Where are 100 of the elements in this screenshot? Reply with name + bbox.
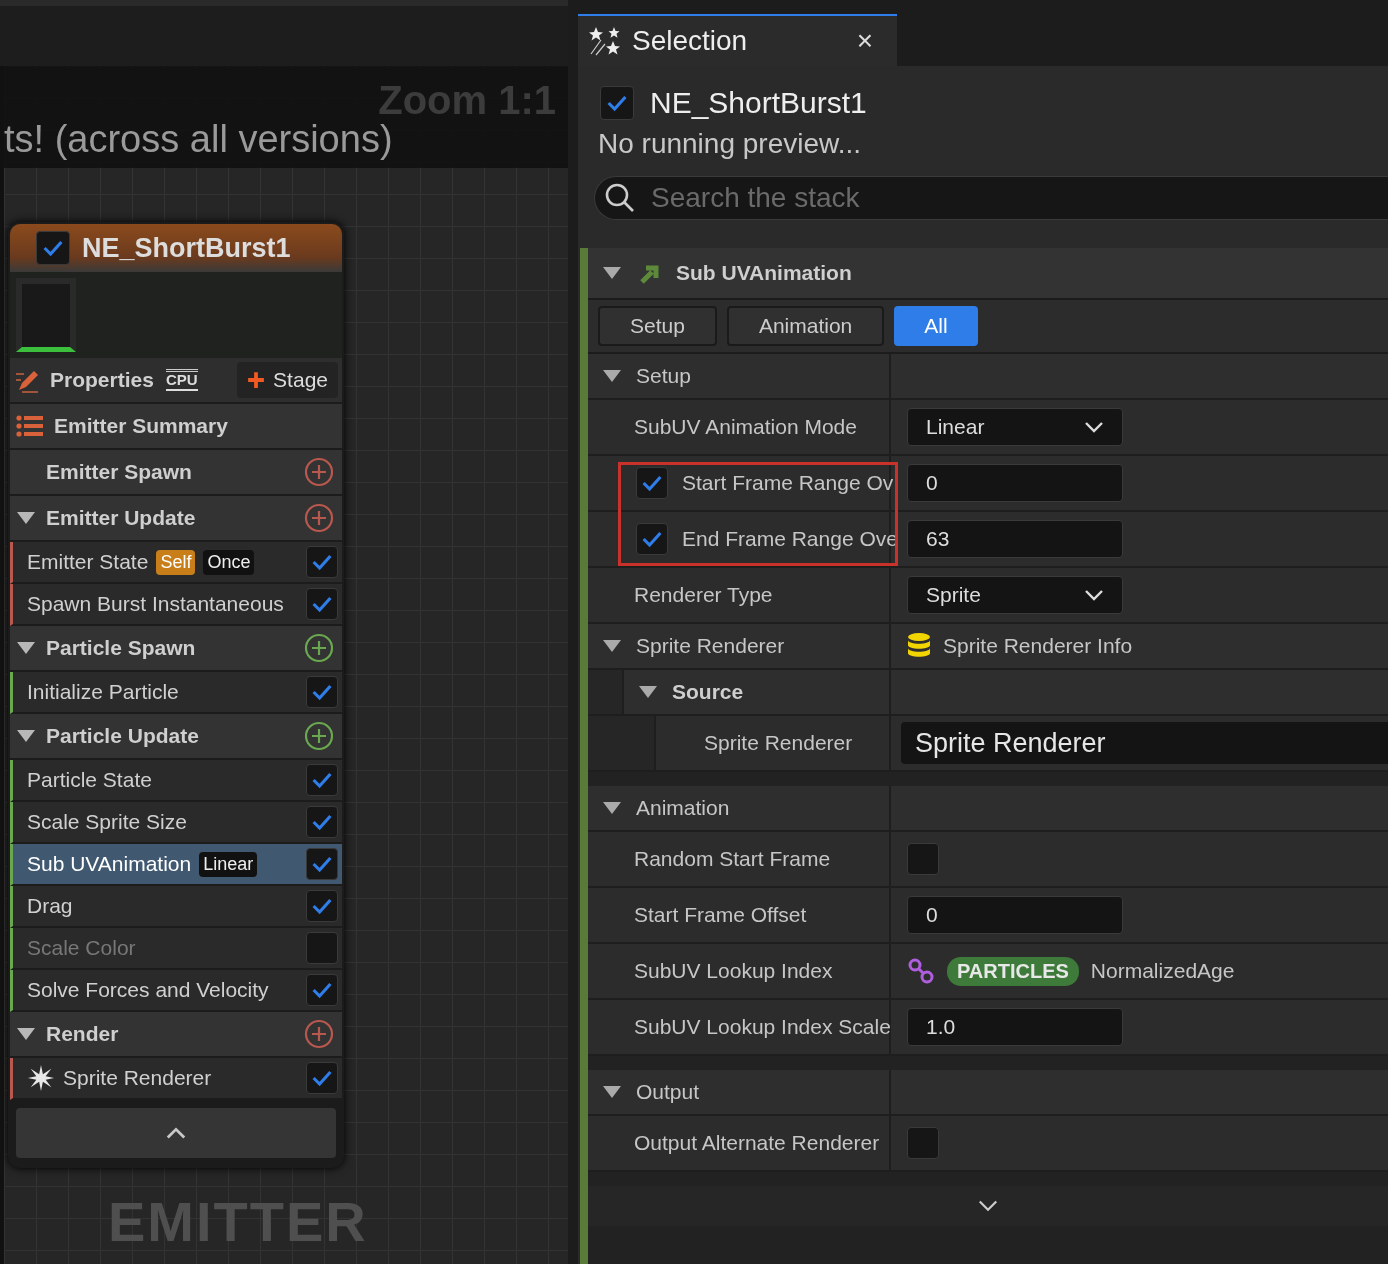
section-title: Output: [636, 1080, 700, 1104]
chevron-down-icon[interactable]: [977, 1199, 999, 1213]
module-row[interactable]: Particle State: [10, 760, 342, 802]
property-label: Sprite Renderer: [704, 731, 853, 755]
selection-tab[interactable]: Selection ×: [578, 14, 897, 66]
expand-arrow-icon[interactable]: [602, 266, 622, 280]
expand-arrow-icon[interactable]: [602, 1085, 622, 1099]
add-icon[interactable]: [304, 1019, 334, 1049]
module-row[interactable]: Spawn Burst Instantaneous: [10, 584, 342, 626]
emitter-name: NE_ShortBurst1: [650, 86, 867, 120]
banner-text: ts! (across all versions): [4, 118, 393, 161]
tab-title: Selection: [632, 25, 749, 57]
section-title: Sprite Renderer: [636, 634, 785, 658]
property-label: Start Frame Range Ov: [682, 471, 894, 495]
module-row[interactable]: Solve Forces and Velocity: [10, 970, 342, 1012]
checkbox[interactable]: [306, 588, 338, 620]
number-field[interactable]: 63: [907, 520, 1123, 558]
property-label: Output Alternate Renderer: [634, 1131, 880, 1155]
checkbox[interactable]: [306, 806, 338, 838]
checkbox[interactable]: [36, 231, 70, 265]
expand-arrow-icon[interactable]: [602, 801, 622, 815]
module-label: Scale Color: [27, 936, 136, 960]
checkbox[interactable]: [306, 546, 338, 578]
add-icon[interactable]: [304, 503, 334, 533]
module-label: Drag: [27, 894, 73, 918]
module-row[interactable]: Initialize Particle: [10, 672, 342, 714]
checkbox[interactable]: [600, 86, 634, 120]
section-title: Animation: [636, 796, 730, 820]
asset-field[interactable]: Sprite Renderer: [901, 722, 1388, 764]
checkbox[interactable]: [636, 467, 668, 499]
link-icon: [907, 957, 935, 985]
chevron-down-icon: [1084, 589, 1104, 601]
add-icon[interactable]: [304, 721, 334, 751]
checkbox[interactable]: [306, 974, 338, 1006]
module-row[interactable]: Drag: [10, 886, 342, 928]
dropdown[interactable]: Linear: [907, 408, 1123, 446]
property-label: Start Frame Offset: [634, 903, 807, 927]
module-label: Sprite Renderer: [63, 1066, 212, 1090]
namespace-tag: PARTICLES: [947, 956, 1079, 986]
property-label: Random Start Frame: [634, 847, 831, 871]
checkbox[interactable]: [306, 1062, 338, 1094]
number-field[interactable]: 0: [907, 464, 1123, 502]
module-label: Particle State: [27, 768, 152, 792]
dropdown[interactable]: Sprite: [907, 576, 1123, 614]
property-label: Renderer Type: [634, 583, 773, 607]
module-row[interactable]: Emitter State Self Once: [10, 542, 342, 584]
add-icon[interactable]: [304, 457, 334, 487]
checkbox[interactable]: [306, 764, 338, 796]
property-label: SubUV Lookup Index Scale: [634, 1015, 891, 1039]
section-title: Setup: [636, 364, 691, 388]
database-icon: [907, 632, 931, 660]
property-label: SubUV Animation Mode: [634, 415, 857, 439]
expand-arrow-icon[interactable]: [602, 369, 622, 383]
add-stage-button[interactable]: Stage: [237, 362, 338, 398]
checkbox[interactable]: [636, 523, 668, 555]
add-icon[interactable]: [304, 633, 334, 663]
module-tag: Linear: [199, 851, 258, 877]
close-button[interactable]: ×: [842, 25, 887, 57]
filter-tab[interactable]: Setup: [598, 306, 717, 346]
list-icon: [16, 414, 44, 438]
module-label: Spawn Burst Instantaneous: [27, 592, 284, 616]
filter-tab[interactable]: Animation: [726, 306, 885, 346]
number-field[interactable]: 0: [907, 896, 1123, 934]
properties-label[interactable]: Properties: [50, 368, 154, 392]
module-label: Emitter State: [27, 550, 149, 574]
expand-arrow-icon[interactable]: [16, 1027, 36, 1041]
module-tag: Self: [156, 549, 196, 575]
checkbox[interactable]: [306, 676, 338, 708]
expand-arrow-icon[interactable]: [16, 511, 36, 525]
number-field[interactable]: 1.0: [907, 1008, 1123, 1046]
module-row[interactable]: Sprite Renderer: [10, 1058, 342, 1100]
module-label: Solve Forces and Velocity: [27, 978, 269, 1002]
status-text: No running preview...: [597, 127, 863, 160]
section-title: Source: [672, 680, 744, 704]
expand-arrow-icon[interactable]: [16, 729, 36, 743]
info-text: Sprite Renderer Info: [943, 634, 1133, 658]
chevron-up-icon: [165, 1126, 187, 1140]
node-title: NE_ShortBurst1: [82, 232, 291, 264]
search-field[interactable]: Search the stack: [594, 176, 1388, 220]
expand-arrow-icon[interactable]: [16, 641, 36, 655]
filter-tab[interactable]: All: [894, 306, 978, 346]
checkbox[interactable]: [306, 848, 338, 880]
checkbox[interactable]: [907, 1127, 939, 1159]
module-label: Sub UVAnimation: [27, 852, 192, 876]
module-row[interactable]: Scale Sprite Size: [10, 802, 342, 844]
stars-icon: [588, 26, 622, 56]
module-row[interactable]: Sub UVAnimation Linear: [10, 844, 342, 886]
checkbox[interactable]: [907, 843, 939, 875]
property-label: SubUV Lookup Index: [634, 959, 833, 983]
binding-value: NormalizedAge: [1090, 959, 1235, 983]
module-label: Initialize Particle: [27, 680, 179, 704]
checkbox[interactable]: [306, 890, 338, 922]
chevron-down-icon: [1084, 421, 1104, 433]
plus-icon: [247, 371, 266, 389]
expand-arrow-icon[interactable]: [602, 639, 622, 653]
module-title: Sub UVAnimation: [676, 261, 852, 285]
module-tag: Once: [203, 549, 255, 575]
expand-arrow-icon[interactable]: [638, 685, 658, 699]
module-label: Scale Sprite Size: [27, 810, 187, 834]
starburst-icon: [27, 1064, 55, 1092]
